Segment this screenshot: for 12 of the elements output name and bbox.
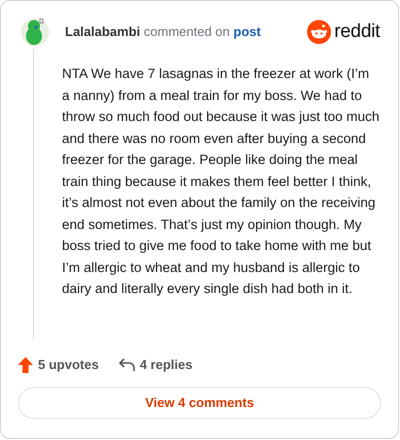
comment-body: NTA We have 7 lasagnas in the freezer at work (I’m a nanny) from a meal train for my boss. We had to throw so much food out because it was just too much and there was no room even after buying a second freezer for the garage. People like doing the meal train thing because it makes them feel better I think, it’s almost not even about the family on the receiving end sometimes. That’s just my opinion though. My boss tried to give me food to take home with me but I’m allergic to wheat and my husband is allergic to dairy and literally every single dish had both in it. — [62, 65, 380, 298]
upvotes-count: 5 upvotes — [38, 356, 99, 374]
avatar-icon — [20, 17, 50, 47]
replies-count: 4 replies — [140, 356, 192, 374]
logo-text: reddit — [334, 20, 380, 44]
upvote-icon[interactable] — [18, 356, 33, 373]
view-comments-button[interactable]: View 4 comments — [18, 386, 381, 418]
action-text: commented on — [144, 24, 230, 40]
reply-icon[interactable] — [118, 358, 135, 372]
reddit-logo-icon — [307, 20, 332, 44]
post-link[interactable]: post — [233, 24, 261, 40]
author-name[interactable]: Lalalabambi — [65, 24, 140, 40]
